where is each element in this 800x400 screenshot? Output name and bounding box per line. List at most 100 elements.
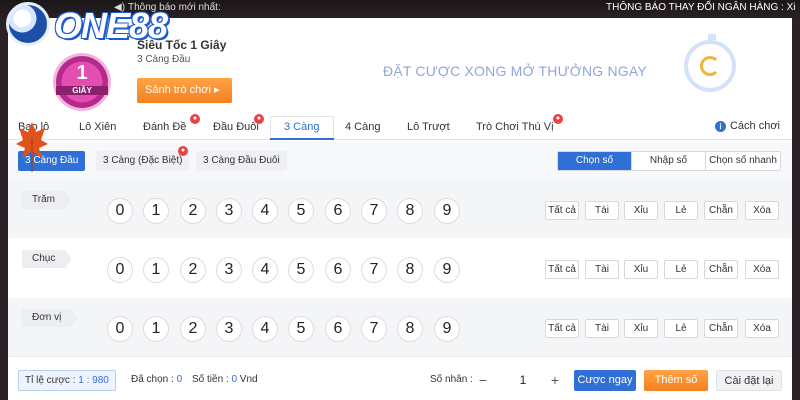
soccer-ball-icon [6, 2, 50, 46]
quick-pick-button[interactable]: Lẻ [664, 201, 698, 220]
digit-ball[interactable]: 4 [252, 257, 278, 283]
slogan: ĐẶT CƯỢC XONG MỞ THƯỞNG NGAY [383, 63, 647, 79]
digit-ball[interactable]: 3 [216, 316, 242, 342]
quick-pick-button[interactable]: Lẻ [664, 260, 698, 279]
game-subtitle: 3 Càng Đầu [137, 54, 191, 65]
chosen-count: Đã chọn : 0 [131, 374, 182, 385]
tab-tro-choi-thu-vi[interactable]: Trò Chơi Thú Vị [476, 121, 554, 133]
quick-pick-button[interactable]: Xóa [745, 319, 779, 338]
hot-icon: ● [190, 114, 200, 124]
digit-row: Trăm 0 1 2 3 4 5 6 7 8 9 Tất cả Tài Xỉu Lẻ Chẵn Xóa [8, 180, 792, 238]
mode-chon-so-nhanh[interactable]: Chọn số nhanh [706, 152, 780, 170]
badge-unit: GIÂY [56, 86, 108, 95]
chosen-value: 0 [176, 374, 183, 385]
site-logo[interactable]: ONE88 [0, 0, 220, 46]
digit-ball[interactable]: 1 [143, 198, 169, 224]
quick-pick-button[interactable]: Xỉu [624, 201, 658, 220]
digit-ball[interactable]: 1 [143, 257, 169, 283]
digit-ball[interactable]: 5 [288, 198, 314, 224]
quick-pick-button[interactable]: Chẵn [704, 260, 738, 279]
multiplier-plus-button[interactable]: + [546, 370, 564, 390]
quick-pick-button[interactable]: Tài [585, 201, 619, 220]
digit-ball[interactable]: 3 [216, 257, 242, 283]
tab-active-underline [270, 138, 334, 140]
quick-pick-button[interactable]: Tài [585, 319, 619, 338]
stopwatch-knob [708, 34, 716, 40]
sub-tabs: 3 Càng Đầu 3 Càng (Đặc Biệt) ● 3 Càng Đầ… [8, 142, 792, 180]
stopwatch-icon [684, 34, 736, 92]
input-mode-group: Chọn số Nhập số Chọn số nhanh [557, 151, 781, 171]
quick-pick-button[interactable]: Tất cả [545, 201, 579, 220]
digit-ball[interactable]: 6 [325, 257, 351, 283]
how-to-play-label: Cách chơi [729, 120, 780, 132]
hot-icon: ● [178, 146, 188, 156]
digit-ball[interactable]: 5 [288, 257, 314, 283]
quick-pick-button[interactable]: Lẻ [664, 319, 698, 338]
digit-ball[interactable]: 0 [107, 316, 133, 342]
subtab-3-cang-dac-biet[interactable]: 3 Càng (Đặc Biệt) [96, 151, 190, 171]
digit-ball[interactable]: 2 [180, 257, 206, 283]
how-to-play-link[interactable]: i Cách chơi [714, 120, 780, 132]
quick-pick-button[interactable]: Xỉu [624, 319, 658, 338]
digit-row: Chục 0 1 2 3 4 5 6 7 8 9 Tất cả Tài Xỉu Lẻ Chẵn Xóa [8, 239, 792, 297]
subtab-3-cang-dau-duoi[interactable]: 3 Càng Đầu Đuôi [196, 151, 287, 171]
digit-ball[interactable]: 6 [325, 198, 351, 224]
mode-chon-so[interactable]: Chọn số [558, 152, 632, 170]
row-label: Đơn vị [22, 309, 78, 327]
tab-4-cang[interactable]: 4 Càng [345, 121, 380, 133]
notice-marquee[interactable]: THÔNG BÁO THAY ĐỔI NGÂN HÀNG : Xi [606, 2, 795, 13]
odds-value: 1 : 980 [78, 375, 109, 386]
odds-ratio: Tỉ lệ cược : 1 : 980 [18, 370, 116, 391]
digit-ball[interactable]: 4 [252, 198, 278, 224]
multiplier-minus-button[interactable]: − [474, 370, 492, 390]
game-panel: 1 GIÂY Siêu Tốc 1 Giây 3 Càng Đầu Sảnh t… [8, 18, 792, 400]
maple-leaf-icon [16, 122, 48, 172]
mode-nhap-so[interactable]: Nhập số [632, 152, 706, 170]
digit-ball[interactable]: 8 [397, 198, 423, 224]
digit-ball[interactable]: 3 [216, 198, 242, 224]
multiplier-input[interactable] [498, 370, 548, 390]
tab-danh-de[interactable]: Đánh Đề [143, 121, 186, 133]
digit-ball[interactable]: 7 [361, 257, 387, 283]
add-number-button[interactable]: Thêm số [644, 370, 708, 391]
row-label: Chục [22, 250, 72, 268]
digit-ball[interactable]: 0 [107, 257, 133, 283]
amount-unit: Vnd [237, 374, 258, 385]
tab-lo-truot[interactable]: Lô Trượt [407, 121, 450, 133]
digit-ball[interactable]: 9 [434, 257, 460, 283]
digit-ball[interactable]: 9 [434, 316, 460, 342]
quick-pick-button[interactable]: Xỉu [624, 260, 658, 279]
tab-lo-xien[interactable]: Lô Xiên [79, 121, 116, 133]
digit-ball[interactable]: 8 [397, 316, 423, 342]
bet-footer: Tỉ lệ cược : 1 : 980 Đã chọn : 0 Số tiền… [8, 356, 792, 400]
digit-ball[interactable]: 4 [252, 316, 278, 342]
quick-pick-button[interactable]: Tất cả [545, 260, 579, 279]
stopwatch-face [700, 56, 720, 76]
quick-pick-button[interactable]: Xóa [745, 201, 779, 220]
digit-ball[interactable]: 0 [107, 198, 133, 224]
tab-3-cang[interactable]: 3 Càng [284, 121, 319, 133]
hot-icon: ● [553, 114, 563, 124]
quick-pick-button[interactable]: Chẵn [704, 319, 738, 338]
lobby-button[interactable]: Sảnh trò chơi ▸ [137, 78, 232, 103]
digit-ball[interactable]: 2 [180, 316, 206, 342]
info-icon: i [714, 121, 726, 132]
quick-pick-button[interactable]: Tài [585, 260, 619, 279]
digit-ball[interactable]: 7 [361, 316, 387, 342]
tab-dau-duoi[interactable]: Đầu Đuôi [213, 121, 259, 133]
quick-pick-button[interactable]: Chẵn [704, 201, 738, 220]
digit-ball[interactable]: 2 [180, 198, 206, 224]
multiplier-label: Số nhân : [430, 374, 473, 385]
digit-row: Đơn vị 0 1 2 3 4 5 6 7 8 9 Tất cả Tài Xỉu Lẻ Chẵn Xóa [8, 298, 792, 356]
digit-ball[interactable]: 9 [434, 198, 460, 224]
bet-amount: Số tiền : 0 Vnd [192, 374, 258, 385]
digit-ball[interactable]: 1 [143, 316, 169, 342]
quick-pick-button[interactable]: Xóa [745, 260, 779, 279]
bet-now-button[interactable]: Cược ngay [574, 370, 636, 391]
quick-pick-button[interactable]: Tất cả [545, 319, 579, 338]
digit-ball[interactable]: 7 [361, 198, 387, 224]
digit-ball[interactable]: 5 [288, 316, 314, 342]
digit-ball[interactable]: 8 [397, 257, 423, 283]
reset-button[interactable]: Cài đặt lại [716, 370, 782, 391]
digit-ball[interactable]: 6 [325, 316, 351, 342]
